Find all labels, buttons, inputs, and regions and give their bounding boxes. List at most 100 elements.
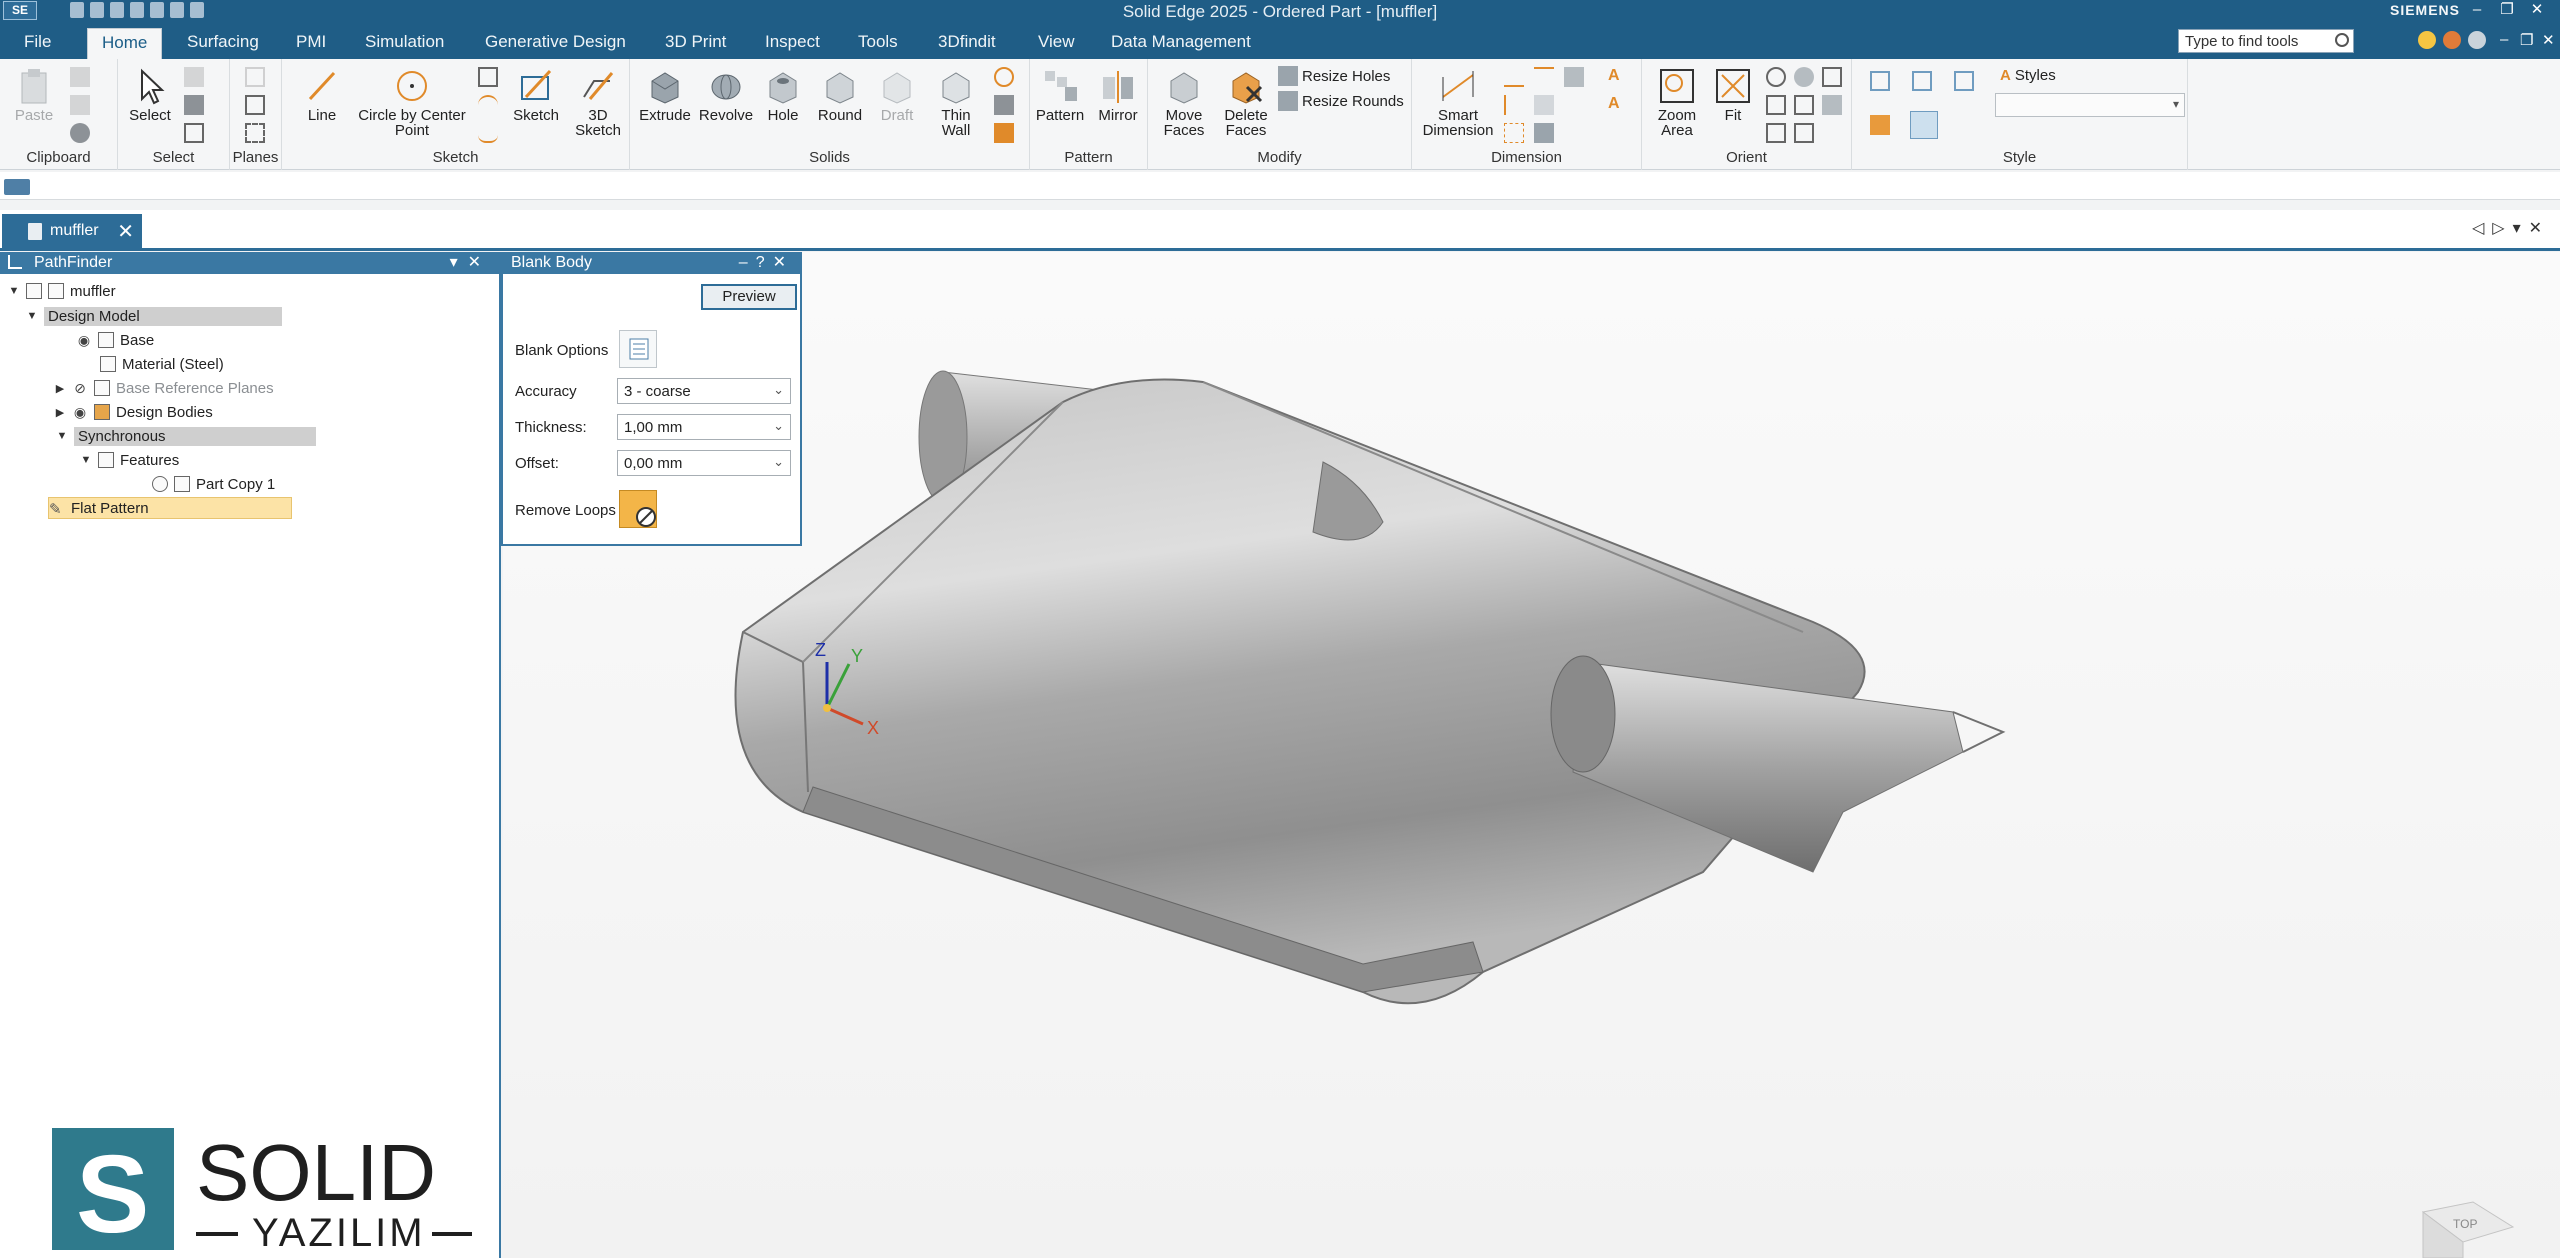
pan-icon[interactable] [1766, 95, 1786, 115]
zoom-icon[interactable] [1766, 67, 1786, 87]
redo-icon[interactable] [190, 2, 204, 18]
annotation-icon[interactable]: A [1608, 67, 1628, 87]
smart-dimension-button[interactable]: Smart Dimension [1418, 67, 1498, 138]
coordinate-system-icon[interactable] [245, 123, 265, 143]
mirror-button[interactable]: Mirror [1090, 67, 1146, 123]
coincident-plane-icon[interactable] [245, 95, 265, 115]
paste-button[interactable]: Paste [12, 67, 56, 123]
save-icon[interactable] [110, 2, 124, 18]
resize-holes-button[interactable]: Resize Holes [1278, 66, 1390, 86]
accuracy-select[interactable]: 3 - coarse ⌄ [617, 378, 791, 404]
restore-icon[interactable]: ❐ [2492, 0, 2522, 22]
coordinate-dimension-icon[interactable] [1504, 123, 1524, 143]
plane-icon[interactable] [245, 67, 265, 87]
select-button[interactable]: Select [128, 67, 172, 123]
frown-feedback-icon[interactable] [2443, 31, 2461, 49]
distance-between-icon[interactable] [1504, 67, 1524, 87]
thickness-field[interactable]: 1,00 mm ⌄ [617, 414, 791, 440]
styles-button[interactable]: A Styles [2000, 67, 2056, 84]
thin-wall-button[interactable]: Thin Wall [926, 67, 986, 138]
spin-about-icon[interactable] [1794, 95, 1814, 115]
tab-tools[interactable]: Tools [858, 32, 898, 52]
graphics-viewport[interactable]: Z Y X TOP [503, 252, 2560, 1258]
add-body-icon[interactable] [994, 95, 1014, 115]
text-icon[interactable]: A [1608, 95, 1628, 115]
3d-sketch-button[interactable]: 3D Sketch [568, 67, 628, 138]
tab-file[interactable]: File [24, 32, 51, 52]
sphere-view-icon[interactable] [1794, 67, 1814, 87]
expand-icon[interactable]: ▶ [54, 406, 66, 419]
remove-loops-toggle[interactable] [619, 490, 657, 528]
hole-button[interactable]: Hole [760, 67, 806, 123]
tree-node-material[interactable]: Material (Steel) [100, 353, 224, 375]
shaded-icon[interactable] [1870, 115, 1890, 135]
round-button[interactable]: Round [812, 67, 868, 123]
ribbon-minimize-icon[interactable]: – [2500, 31, 2508, 48]
new-icon[interactable] [70, 2, 84, 18]
delete-faces-button[interactable]: Delete Faces [1216, 67, 1276, 138]
ribbon-close-icon[interactable]: ✕ [2542, 31, 2555, 49]
trimetric-view-icon[interactable] [1954, 71, 1974, 91]
open-icon[interactable] [90, 2, 104, 18]
app-logo[interactable]: SE [3, 1, 37, 20]
style-select[interactable]: ▾ [1995, 93, 2185, 117]
expand-icon[interactable]: ▼ [26, 310, 38, 322]
expand-icon[interactable]: ▶ [54, 382, 66, 395]
document-tab-muffler[interactable]: muffler ✕ [2, 214, 142, 248]
expand-icon[interactable]: ▼ [80, 454, 92, 466]
tab-simulation[interactable]: Simulation [365, 32, 444, 52]
tab-pmi[interactable]: PMI [296, 32, 326, 52]
tree-node-base[interactable]: ◉ Base [76, 329, 154, 351]
help-icon[interactable] [2468, 31, 2486, 49]
fit-button[interactable]: Fit [1708, 67, 1758, 123]
offset-field[interactable]: 0,00 mm ⌄ [617, 450, 791, 476]
rectangle-icon[interactable] [478, 67, 498, 87]
dimension-table-icon[interactable] [1534, 123, 1554, 143]
preview-button[interactable]: Preview [701, 284, 797, 310]
tree-node-features[interactable]: ▼ Features [80, 449, 180, 471]
curve-icon[interactable] [478, 123, 498, 143]
pattern-button[interactable]: Pattern [1032, 67, 1088, 123]
tree-node-part-copy-1[interactable]: Part Copy 1 [152, 473, 275, 495]
lock-dimension-icon[interactable] [1564, 67, 1584, 87]
tab-3d-print[interactable]: 3D Print [665, 32, 726, 52]
zoom-area-button[interactable]: Zoom Area [1652, 67, 1702, 138]
tab-next-icon[interactable]: ▷ [2492, 220, 2512, 237]
help-icon[interactable]: ? [756, 254, 773, 271]
tab-list-icon[interactable]: ▾ [2513, 220, 2529, 237]
close-tab-icon[interactable]: ✕ [117, 219, 134, 244]
iso-view-icon[interactable] [1870, 71, 1890, 91]
panel-options-icon[interactable]: ▾ [450, 254, 468, 271]
tree-node-design-model[interactable]: ▼ Design Model [26, 305, 282, 327]
resize-rounds-button[interactable]: Resize Rounds [1278, 91, 1404, 111]
blank-options-button[interactable] [619, 330, 657, 368]
minimize-panel-icon[interactable]: – [739, 254, 756, 271]
dimetric-view-icon[interactable] [1912, 71, 1932, 91]
close-panel-icon[interactable]: ✕ [773, 254, 794, 271]
tree-node-base-reference-planes[interactable]: ▶ ⊘ Base Reference Planes [54, 377, 274, 399]
ribbon-restore-icon[interactable]: ❐ [2520, 31, 2533, 49]
named-views-icon[interactable] [1822, 67, 1842, 87]
box-select-icon[interactable] [184, 123, 204, 143]
print-icon[interactable] [130, 2, 144, 18]
smile-feedback-icon[interactable] [2418, 31, 2436, 49]
move-faces-button[interactable]: Move Faces [1154, 67, 1214, 138]
tree-node-muffler[interactable]: ▼ muffler [8, 280, 116, 302]
angle-between-icon[interactable] [1504, 95, 1524, 115]
command-search-input[interactable]: Type to find tools [2178, 29, 2354, 53]
visibility-eye-icon[interactable]: ◉ [72, 404, 88, 421]
paint-icon[interactable] [70, 123, 90, 143]
undo-icon[interactable] [170, 2, 184, 18]
tab-3dfindit[interactable]: 3Dfindit [938, 32, 996, 52]
previous-view-icon[interactable] [1794, 123, 1814, 143]
panel-close-icon[interactable]: ✕ [468, 254, 491, 271]
tree-node-flat-pattern[interactable]: ✎ Flat Pattern [48, 497, 292, 519]
tab-data-management[interactable]: Data Management [1111, 32, 1251, 52]
tab-inspect[interactable]: Inspect [765, 32, 820, 52]
cut-icon[interactable] [70, 67, 90, 87]
tab-home[interactable]: Home [87, 28, 163, 59]
settings-icon[interactable] [150, 2, 164, 18]
command-bar-icon[interactable] [4, 179, 30, 195]
visibility-eye-icon[interactable]: ◉ [76, 332, 92, 349]
tree-node-design-bodies[interactable]: ▶ ◉ Design Bodies [54, 401, 213, 423]
